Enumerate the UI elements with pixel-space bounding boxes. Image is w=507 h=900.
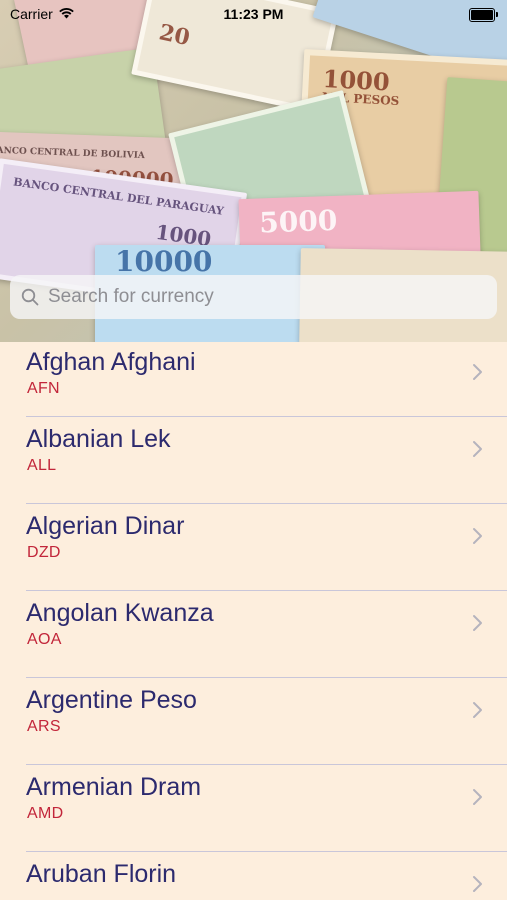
- currency-code: AOA: [27, 631, 62, 648]
- status-bar: Carrier 11:23 PM: [0, 0, 507, 28]
- banknote-label: BANCO CENTRAL DE BOLIVIA: [0, 145, 145, 162]
- currency-name: Aruban Florin: [26, 860, 177, 888]
- search-bar[interactable]: [10, 275, 497, 319]
- chevron-right-icon: [471, 700, 485, 720]
- chevron-right-icon: [471, 439, 485, 459]
- currency-name: Algerian Dinar: [26, 512, 185, 540]
- chevron-right-icon: [471, 613, 485, 633]
- list-item-armenian-dram[interactable]: Armenian Dram AMD: [26, 765, 507, 852]
- chevron-right-icon: [471, 787, 485, 807]
- currency-name: Albanian Lek: [26, 425, 171, 453]
- currency-code: AMD: [27, 805, 64, 822]
- currency-name: Afghan Afghani: [26, 348, 196, 376]
- currency-code: DZD: [27, 544, 61, 561]
- currency-name: Argentine Peso: [26, 686, 197, 714]
- list-item-argentine-peso[interactable]: Argentine Peso ARS: [26, 678, 507, 765]
- list-item-afghan-afghani[interactable]: Afghan Afghani AFN: [26, 342, 507, 417]
- chevron-right-icon: [471, 526, 485, 546]
- currency-name: Angolan Kwanza: [26, 599, 214, 627]
- search-input[interactable]: [48, 277, 497, 317]
- currency-list: Afghan Afghani AFN Albanian Lek ALL Alge…: [0, 342, 507, 900]
- list-item-angolan-kwanza[interactable]: Angolan Kwanza AOA: [26, 591, 507, 678]
- banknote-label: 10000: [115, 245, 213, 278]
- currency-name: Armenian Dram: [26, 773, 202, 801]
- currency-code: ALL: [27, 457, 57, 474]
- list-item-algerian-dinar[interactable]: Algerian Dinar DZD: [26, 504, 507, 591]
- search-icon: [20, 287, 40, 307]
- list-item-aruban-florin[interactable]: Aruban Florin: [26, 852, 507, 900]
- currency-code: AFN: [27, 380, 60, 397]
- chevron-right-icon: [471, 362, 485, 382]
- list-item-albanian-lek[interactable]: Albanian Lek ALL: [26, 417, 507, 504]
- chevron-right-icon: [471, 874, 485, 894]
- currency-code: ARS: [27, 718, 61, 735]
- battery-icon: [469, 8, 498, 22]
- banknote-label: 5000: [258, 203, 338, 240]
- status-time: 11:23 PM: [223, 6, 284, 22]
